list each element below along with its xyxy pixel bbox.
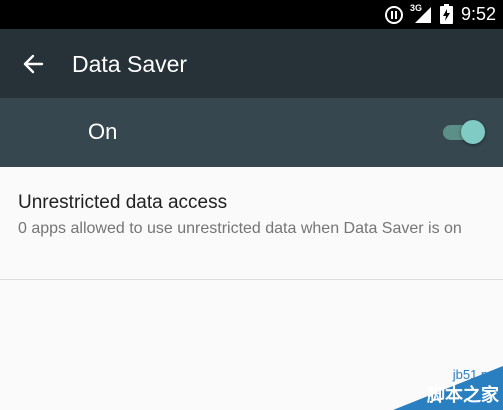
list-item-summary: 0 apps allowed to use unrestricted data … xyxy=(18,220,462,237)
app-bar: Data Saver xyxy=(0,29,503,98)
watermark: jb51.net 脚本之家 xyxy=(363,366,503,410)
toggle-thumb xyxy=(461,120,485,144)
signal-icon xyxy=(415,7,431,23)
back-button[interactable] xyxy=(14,45,52,83)
page-title: Data Saver xyxy=(72,51,188,77)
status-bar: 3G 9:52 xyxy=(0,0,503,29)
arrow-back-icon xyxy=(23,54,44,74)
switch-state-label: On xyxy=(88,119,118,144)
data-saver-toggle[interactable] xyxy=(441,118,485,146)
pause-circle-icon xyxy=(385,6,403,24)
clock: 9:52 xyxy=(460,4,496,24)
watermark-domain: jb51.net xyxy=(452,367,499,382)
data-saver-switch-bar[interactable]: On xyxy=(0,98,503,167)
watermark-site-name: 脚本之家 xyxy=(427,385,499,405)
divider xyxy=(0,279,503,280)
list-item-title: Unrestricted data access xyxy=(18,192,228,213)
battery-charging-icon xyxy=(440,4,453,24)
unrestricted-data-access-item[interactable]: Unrestricted data access 0 apps allowed … xyxy=(0,167,503,279)
